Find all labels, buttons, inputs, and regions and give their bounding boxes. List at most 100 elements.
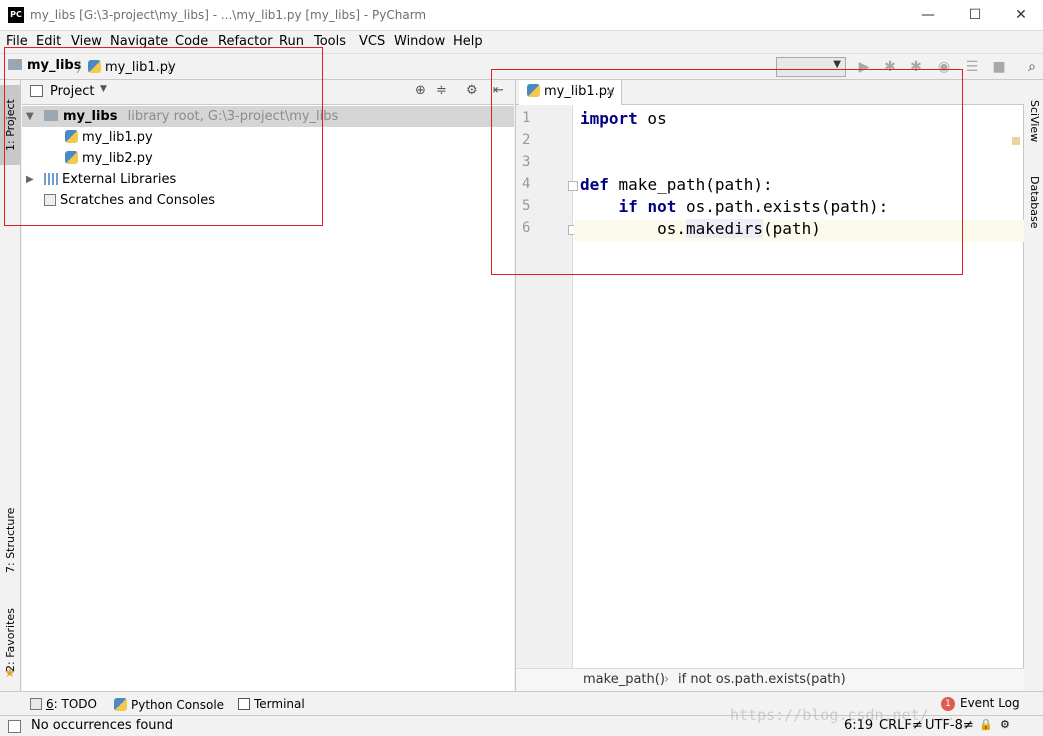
tree-file-label: my_lib2.py [82,151,153,166]
status-message: No occurrences found [31,718,174,733]
terminal-button[interactable]: Terminal [238,696,305,711]
code-line: def make_path(path): [580,175,773,194]
tab-sciview[interactable]: SciView [1024,90,1043,152]
tree-root-name: my_libs [63,109,118,124]
scratches-icon [44,194,56,206]
menu-vcs[interactable]: VCS [359,34,385,49]
gear-icon[interactable]: ⚙ [466,83,478,98]
terminal-icon [238,698,250,710]
caret-position[interactable]: 6:19 [844,718,873,733]
run-configuration-select[interactable]: ▼ [776,57,846,77]
toggle-tool-windows-icon[interactable] [8,720,21,733]
line-number: 5 [522,198,531,214]
code-line: os.makedirs(path) [580,219,821,238]
menu-view[interactable]: View [71,34,102,49]
todo-icon [30,698,42,710]
editor-tab[interactable]: my_lib1.py ✕ [519,80,622,105]
menu-bar: File Edit View Navigate Code Refactor Ru… [0,31,1043,53]
right-tool-stripe: SciView Database [1023,80,1043,691]
breadcrumb-function[interactable]: make_path() [583,669,665,691]
coverage-icon[interactable]: ✱ [908,59,924,75]
line-number: 6 [522,220,531,236]
project-tool-window: Project ▼ ⊕ ≑ ⚙ ⇤ ▼ my_libs library root… [22,80,514,691]
menu-navigate[interactable]: Navigate [110,34,168,49]
editor-gutter: 1 2 3 4 5 6 [516,105,578,668]
todo-button[interactable]: 6: TODO [30,696,97,711]
menu-refactor[interactable]: Refactor [218,34,273,49]
chevron-right-icon: › [664,672,670,687]
status-bar: No occurrences found 6:19 CRLF≠ UTF-8≠ 🔒… [0,715,1043,736]
menu-run[interactable]: Run [279,34,304,49]
menu-file[interactable]: File [6,34,28,49]
python-file-icon [88,60,101,73]
menu-window[interactable]: Window [394,34,445,49]
tab-database[interactable]: Database [1024,166,1043,238]
tab-structure-toolwindow[interactable]: 7: Structure [0,500,21,580]
menu-help[interactable]: Help [453,34,483,49]
tree-item-file[interactable]: my_lib2.py [22,148,514,169]
line-number: 4 [522,176,531,192]
maximize-button[interactable]: ☐ [952,0,998,31]
tab-project-toolwindow[interactable]: 1: Project [0,85,21,165]
menu-edit[interactable]: Edit [36,34,61,49]
editor-area: my_lib1.py ✕ 1 2 3 4 5 6 import os def m… [515,80,1024,691]
close-icon[interactable]: ✕ [605,80,615,104]
menu-code[interactable]: Code [175,34,208,49]
tree-item-scratches[interactable]: Scratches and Consoles [22,190,514,211]
library-icon [44,173,58,185]
chevron-down-icon[interactable]: ▼ [100,84,107,94]
debug-icon[interactable]: ✱ [882,59,898,75]
inspector-icon[interactable]: ⚙ [1000,718,1010,731]
tree-root-hint: library root, G:\3-project\my_libs [127,109,339,124]
chevron-right-icon[interactable]: ▶ [26,169,34,190]
window-title: my_libs [G:\3-project\my_libs] - ...\my_… [30,8,427,22]
star-icon: ★ [4,666,16,681]
tree-item-file[interactable]: my_lib1.py [22,127,514,148]
python-file-icon [527,84,540,97]
search-icon[interactable]: ⌕ [1024,59,1040,75]
hide-panel-icon[interactable]: ⇤ [493,83,504,98]
code-line: if not os.path.exists(path): [618,197,889,216]
chevron-down-icon[interactable]: ▼ [26,106,34,127]
project-view-selector[interactable]: Project [50,84,94,99]
event-log-button[interactable]: 1 Event Log [941,696,1020,712]
project-view-icon [30,85,43,97]
stop-icon[interactable]: ■ [991,59,1007,75]
nav-project-crumb[interactable]: my_libs [8,58,81,73]
tree-item-root[interactable]: ▼ my_libs library root, G:\3-project\my_… [22,106,514,127]
python-file-icon [65,130,78,143]
inspection-marker-icon[interactable] [1012,137,1020,145]
breadcrumb-condition[interactable]: if not os.path.exists(path) [678,669,846,691]
profile-icon[interactable]: ◉ [936,59,952,75]
lock-icon[interactable]: 🔒 [979,718,993,731]
collapse-all-icon[interactable]: ≑ [436,83,447,98]
title-bar: PC my_libs [G:\3-project\my_libs] - ...\… [0,0,1043,31]
line-separator-select[interactable]: CRLF≠ [879,718,923,733]
locate-file-icon[interactable]: ⊕ [415,83,426,98]
encoding-select[interactable]: UTF-8≠ [925,718,974,733]
close-window-button[interactable]: ✕ [998,0,1043,31]
tool-window-bar: 6: TODO Python Console Terminal 1 Event L… [0,691,1043,715]
chevron-right-icon: 〉 [167,61,181,76]
editor-tab-bar: my_lib1.py ✕ [516,80,1024,105]
concurrency-icon[interactable]: ☰ [964,59,980,75]
python-console-button[interactable]: Python Console [114,696,224,712]
nav-file-crumb[interactable]: my_lib1.py [88,58,176,75]
tree-item-external-libraries[interactable]: ▶ External Libraries [22,169,514,190]
minimize-button[interactable]: — [905,0,951,31]
tree-file-label: my_lib1.py [82,130,153,145]
folder-icon [44,110,58,121]
left-tool-stripe: 1: Project 7: Structure 2: Favorites ★ [0,80,21,691]
code-line: import os [580,109,667,128]
python-console-icon [114,698,127,711]
run-icon[interactable]: ▶ [856,59,872,75]
chevron-down-icon: ▼ [833,59,841,70]
line-number: 3 [522,154,531,170]
line-number: 2 [522,132,531,148]
navigation-bar: my_libs 〉 my_lib1.py 〉 ▼ ▶ ✱ ✱ ◉ ☰ ■ ⌕ [0,53,1043,80]
line-number: 1 [522,110,531,126]
event-count-badge: 1 [941,697,955,711]
code-editor[interactable]: import os def make_path(path): if not os… [574,105,1024,668]
menu-tools[interactable]: Tools [314,34,346,49]
project-panel-header: Project ▼ ⊕ ≑ ⚙ ⇤ [22,80,514,105]
